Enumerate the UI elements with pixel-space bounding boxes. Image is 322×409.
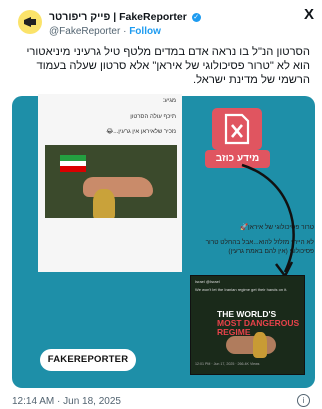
embedded-hand-graphic (226, 336, 276, 354)
iran-flag-icon (60, 155, 86, 172)
account-name-text: פייק ריפורטר | FakeReporter (49, 11, 187, 23)
arrow-icon (241, 163, 295, 279)
embedded-subtitle: We won't let the Iranian regime get thei… (195, 287, 288, 292)
chat-line-1: מגיע: (162, 98, 176, 104)
embedded-handle: Israel @Israel (195, 279, 220, 284)
tweet-timestamp[interactable]: 12:14 AM · Jun 18, 2025 (12, 396, 121, 407)
fakereporter-logo: FAKEREPORTER (40, 349, 136, 371)
chat-line-3: נזכיר שלאיראן אין גרעין...😂 (106, 129, 176, 135)
missile-graphic (93, 189, 115, 218)
account-avatar[interactable] (18, 10, 42, 34)
follow-button[interactable]: Follow (129, 26, 161, 37)
logo-part1: FAKE (47, 354, 74, 365)
handle-row: @FakeReporter · Follow (49, 26, 161, 37)
document-x-icon (224, 113, 250, 145)
account-handle[interactable]: @FakeReporter (49, 26, 120, 37)
tweet-text: הסרטון הנ"ל בו נראה אדם במדים מלטף טיל ג… (26, 46, 310, 86)
separator-dot: · (123, 26, 127, 37)
info-icon[interactable]: i (297, 394, 310, 407)
megaphone-icon (24, 17, 36, 27)
embedded-missile-graphic (253, 332, 267, 358)
embedded-meta: 12:01 PM · Jun 17, 2025 · 266.4K Views (195, 362, 260, 366)
israel-post-screenshot: Israel @Israel We won't let the Iranian … (190, 275, 305, 375)
x-logo-icon[interactable]: X (304, 6, 314, 23)
false-info-icon (212, 108, 262, 150)
logo-part2: REPORTER (73, 354, 129, 365)
video-thumbnail (45, 145, 177, 218)
verified-badge-icon: ✓ (191, 12, 201, 22)
chat-line-2: תיכף עולה הסרטון (130, 114, 176, 120)
account-name[interactable]: פייק ריפורטר | FakeReporter ✓ (49, 11, 203, 23)
tweet-header: פייק ריפורטר | FakeReporter ✓ @FakeRepor… (0, 0, 322, 44)
